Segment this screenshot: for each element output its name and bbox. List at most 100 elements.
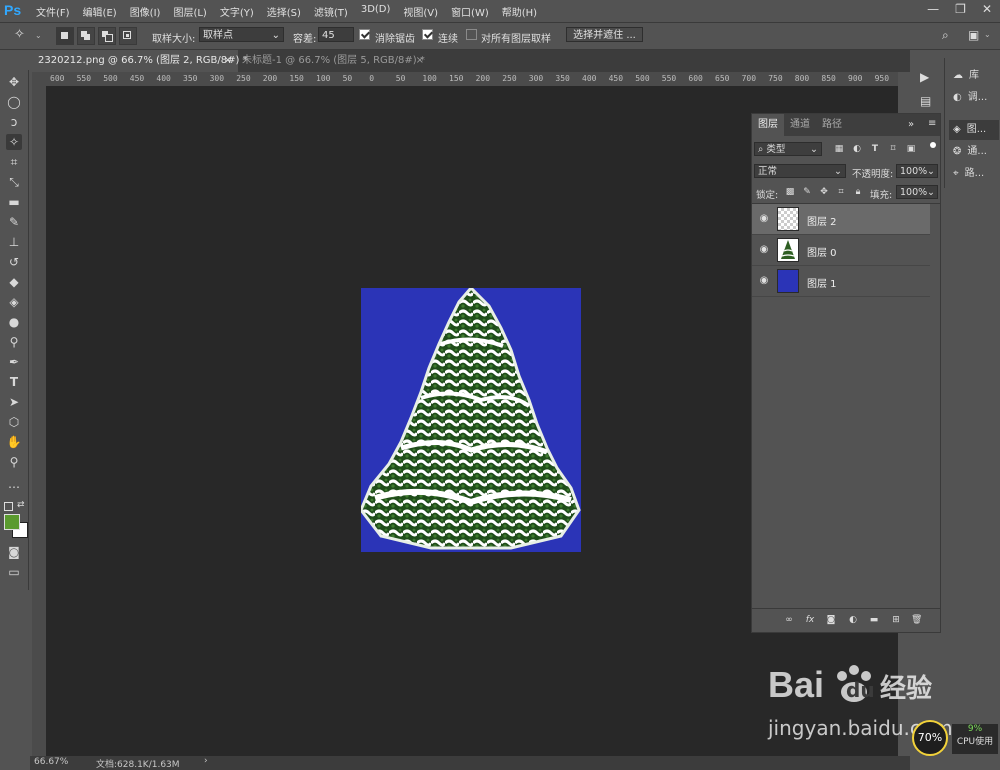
zoom-level[interactable]: 66.67% — [34, 757, 68, 767]
quick-mask-icon[interactable]: ◙ — [6, 544, 22, 560]
blur-tool-icon[interactable]: ● — [6, 314, 22, 330]
close-icon[interactable]: × — [416, 50, 424, 72]
subtract-selection-button[interactable] — [98, 27, 116, 45]
tab-document-1[interactable]: 2320212.png @ 66.7% (图层 2, RGB/8#) * × — [30, 50, 248, 72]
visibility-eye-icon[interactable]: ◉ — [758, 213, 770, 225]
magic-wand-tool-icon[interactable]: ✧ — [6, 134, 22, 150]
restore-button[interactable]: ❐ — [955, 2, 966, 16]
paint-bucket-tool-icon[interactable]: ◈ — [6, 294, 22, 310]
blend-mode-select[interactable]: 正常 ⌄ — [754, 164, 846, 178]
filter-pixel-icon[interactable]: ▦ — [834, 144, 844, 154]
eyedropper-tool-icon[interactable]: ⤡ — [6, 174, 22, 190]
more-tools-icon[interactable]: … — [6, 476, 22, 492]
select-and-mask-button[interactable]: 选择并遮住 ... — [566, 27, 643, 42]
path-selection-tool-icon[interactable]: ➤ — [6, 394, 22, 410]
new-group-icon[interactable]: ▬ — [869, 615, 879, 625]
new-selection-button[interactable] — [56, 27, 74, 45]
foreground-color-swatch[interactable] — [4, 514, 20, 530]
menu-item[interactable]: 文字(Y) — [220, 4, 254, 19]
crop-tool-icon[interactable]: ⌗ — [6, 154, 22, 170]
new-layer-icon[interactable]: ⊞ — [891, 615, 901, 625]
layer-name[interactable]: 图层 2 — [807, 213, 837, 228]
menu-item[interactable]: 帮助(H) — [502, 4, 537, 19]
status-menu-arrow-icon[interactable]: › — [204, 756, 208, 766]
add-mask-icon[interactable]: ◙ — [826, 615, 836, 625]
brush-tool-icon[interactable]: ✎ — [6, 214, 22, 230]
menu-item[interactable]: 视图(V) — [403, 4, 438, 19]
menu-item[interactable]: 选择(S) — [267, 4, 301, 19]
eraser-tool-icon[interactable]: ◆ — [6, 274, 22, 290]
sample-size-select[interactable]: 取样点 ⌄ — [199, 27, 284, 42]
layer-row-layer0[interactable]: ◉ 图层 0 — [752, 235, 930, 266]
visibility-eye-icon[interactable]: ◉ — [758, 275, 770, 287]
workspace-icon[interactable]: ▣ — [968, 28, 979, 42]
workspace-dropdown-icon[interactable]: ⌄ — [984, 30, 991, 39]
magic-wand-icon[interactable]: ✧ — [14, 27, 32, 45]
menu-item[interactable]: 3D(D) — [361, 4, 391, 19]
filter-shape-icon[interactable]: ⌑ — [888, 144, 898, 154]
lock-position-icon[interactable]: ✥ — [819, 187, 829, 197]
healing-brush-tool-icon[interactable]: ▬ — [6, 194, 22, 210]
move-tool-icon[interactable]: ✥ — [6, 74, 22, 90]
swap-colors-icon[interactable]: ⇄ — [17, 500, 25, 510]
layer-name[interactable]: 图层 0 — [807, 244, 837, 259]
lasso-tool-icon[interactable]: ↄ — [6, 114, 22, 130]
menu-item[interactable]: 窗口(W) — [451, 4, 489, 19]
tolerance-input[interactable]: 45 — [318, 27, 354, 42]
dock-item-layers[interactable]: ◈ 图... — [949, 120, 999, 140]
tool-preset-dropdown-icon[interactable]: ⌄ — [35, 31, 42, 40]
antialias-checkbox[interactable] — [359, 29, 370, 40]
clone-stamp-tool-icon[interactable]: ⊥ — [6, 234, 22, 250]
shape-tool-icon[interactable]: ⬡ — [6, 414, 22, 430]
history-brush-tool-icon[interactable]: ↺ — [6, 254, 22, 270]
search-icon[interactable]: ⌕ — [942, 28, 949, 43]
history-icon[interactable]: ▶ — [920, 70, 929, 84]
collapse-panel-icon[interactable]: » — [908, 119, 914, 130]
pen-tool-icon[interactable]: ✒ — [6, 354, 22, 370]
document-artboard[interactable] — [359, 285, 581, 552]
screen-mode-icon[interactable]: ▭ — [6, 564, 22, 580]
filter-toggle-icon[interactable] — [930, 142, 936, 148]
close-button[interactable]: ✕ — [982, 2, 992, 16]
tab-document-2[interactable]: 未标题-1 @ 66.7% (图层 5, RGB/8#) * × — [234, 50, 430, 72]
lock-all-icon[interactable]: 🔒︎ — [853, 187, 863, 197]
dodge-tool-icon[interactable]: ⚲ — [6, 334, 22, 350]
properties-icon[interactable]: ▤ — [920, 94, 931, 108]
menu-item[interactable]: 图层(L) — [173, 4, 206, 19]
menu-item[interactable]: 滤镜(T) — [314, 4, 348, 19]
fill-input[interactable]: 100% ⌄ — [896, 185, 938, 199]
add-selection-button[interactable] — [77, 27, 95, 45]
tab-channels[interactable]: 通道 — [784, 114, 816, 136]
minimize-button[interactable]: — — [927, 2, 939, 16]
zoom-tool-icon[interactable]: ⚲ — [6, 454, 22, 470]
all-layers-checkbox[interactable] — [466, 29, 477, 40]
adjustment-layer-icon[interactable]: ◐ — [848, 615, 858, 625]
filter-kind-select[interactable]: ⌕ 类型 ⌄ — [754, 142, 822, 156]
lock-artboard-icon[interactable]: ⌗ — [836, 187, 846, 197]
contiguous-checkbox[interactable] — [422, 29, 433, 40]
lock-image-icon[interactable]: ✎ — [802, 187, 812, 197]
visibility-eye-icon[interactable]: ◉ — [758, 244, 770, 256]
opacity-input[interactable]: 100% ⌄ — [896, 164, 938, 178]
menu-item[interactable]: 文件(F) — [36, 4, 70, 19]
menu-item[interactable]: 图像(I) — [130, 4, 161, 19]
layer-name[interactable]: 图层 1 — [807, 275, 837, 290]
close-icon[interactable]: × — [224, 50, 232, 72]
filter-type-icon[interactable]: T — [870, 144, 880, 154]
tab-paths[interactable]: 路径 — [816, 114, 848, 136]
trash-icon[interactable]: 🗑︎ — [911, 615, 922, 625]
layer-row-layer1[interactable]: ◉ 图层 1 — [752, 266, 930, 297]
dock-item-cc-libraries[interactable]: ☁ 库 — [949, 66, 999, 86]
intersect-selection-button[interactable] — [119, 27, 137, 45]
dock-item-paths[interactable]: ⌖ 路... — [949, 164, 999, 184]
tab-layers[interactable]: 图层 — [752, 114, 784, 136]
dock-item-adjustments[interactable]: ◐ 调... — [949, 88, 999, 108]
dock-item-channels[interactable]: ❂ 通... — [949, 142, 999, 162]
menu-item[interactable]: 编辑(E) — [83, 4, 117, 19]
hand-tool-icon[interactable]: ✋ — [6, 434, 22, 450]
layer-style-icon[interactable]: fx — [805, 615, 815, 625]
link-layers-icon[interactable]: ∞ — [784, 615, 794, 625]
default-colors-icon[interactable] — [4, 502, 13, 511]
lock-transparent-icon[interactable]: ▩ — [785, 187, 795, 197]
panel-menu-icon[interactable]: ≡ — [928, 118, 936, 129]
